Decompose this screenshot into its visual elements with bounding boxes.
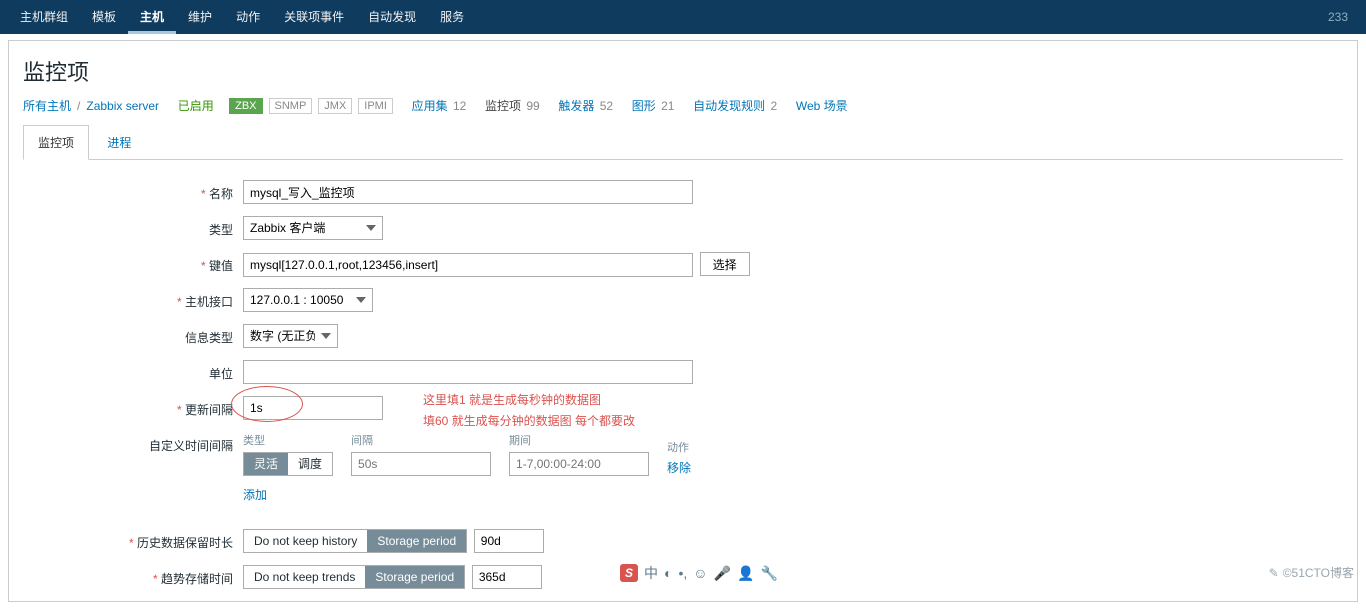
annotation-circle bbox=[231, 386, 303, 422]
nav-correlation[interactable]: 关联项事件 bbox=[272, 0, 356, 34]
top-nav: 主机群组 模板 主机 维护 动作 关联项事件 自动发现 服务 233 bbox=[0, 0, 1366, 34]
seg-trends-none[interactable]: Do not keep trends bbox=[244, 566, 365, 588]
breadcrumb: 所有主机 / Zabbix server 已启用 ZBX SNMP JMX IP… bbox=[23, 97, 1343, 114]
nav-services[interactable]: 服务 bbox=[428, 0, 476, 34]
ime-zh-icon[interactable]: 中 bbox=[644, 563, 658, 583]
ime-punct-icon[interactable]: •, bbox=[678, 565, 687, 581]
input-unit[interactable] bbox=[243, 360, 693, 384]
seg-scheduling[interactable]: 调度 bbox=[288, 453, 332, 475]
tab-item[interactable]: 监控项 bbox=[23, 125, 89, 160]
status-enabled: 已启用 bbox=[178, 97, 214, 114]
seg-flexible[interactable]: 灵活 bbox=[244, 453, 288, 475]
page-title: 监控项 bbox=[23, 55, 1343, 87]
nav-discovery[interactable]: 自动发现 bbox=[356, 0, 428, 34]
metric-graphs[interactable]: 图形 21 bbox=[632, 97, 675, 114]
input-history-period[interactable] bbox=[474, 529, 544, 553]
top-right-count: 233 bbox=[1328, 10, 1348, 24]
link-add-interval[interactable]: 添加 bbox=[243, 488, 267, 502]
ime-toolbar: S 中 ◐ •, ☺ 🎤 👤 🔧 bbox=[620, 563, 778, 583]
tag-zbx: ZBX bbox=[229, 98, 262, 114]
crumb-sep: / bbox=[77, 99, 80, 113]
label-custom-intervals: 自定义时间间隔 bbox=[23, 428, 243, 507]
label-key: 键值 bbox=[23, 248, 243, 284]
label-history: 历史数据保留时长 bbox=[23, 525, 243, 561]
label-type: 类型 bbox=[23, 212, 243, 248]
label-update-interval: 更新间隔 bbox=[23, 392, 243, 428]
nav-templates[interactable]: 模板 bbox=[80, 0, 128, 34]
tab-process[interactable]: 进程 bbox=[92, 125, 146, 160]
input-key[interactable] bbox=[243, 253, 693, 277]
seg-trends-storage[interactable]: Storage period bbox=[365, 566, 464, 588]
metric-items[interactable]: 监控项 99 bbox=[485, 97, 540, 114]
col-header-type: 类型 bbox=[243, 432, 333, 448]
item-form: 名称 类型 Zabbix 客户端 键值 选择 主机接口 127.0.0.1 : … bbox=[23, 176, 750, 597]
crumb-all-hosts[interactable]: 所有主机 bbox=[23, 97, 71, 114]
ime-logo-icon[interactable]: S bbox=[620, 564, 638, 582]
crumb-host[interactable]: Zabbix server bbox=[86, 99, 159, 113]
label-info-type: 信息类型 bbox=[23, 320, 243, 356]
select-interface[interactable]: 127.0.0.1 : 10050 bbox=[243, 288, 373, 312]
metric-appset[interactable]: 应用集 12 bbox=[412, 97, 467, 114]
ime-user-icon[interactable]: 👤 bbox=[737, 565, 754, 582]
input-custom-interval[interactable] bbox=[351, 452, 491, 476]
segmented-flex-sched[interactable]: 灵活 调度 bbox=[243, 452, 333, 476]
input-trends-period[interactable] bbox=[472, 565, 542, 589]
annotation-text: 这里填1 就是生成每秒钟的数据图填60 就生成每分钟的数据图 每个都要改 bbox=[423, 390, 635, 432]
ime-tool-icon[interactable]: 🔧 bbox=[760, 565, 777, 582]
col-header-action: 动作 bbox=[667, 439, 691, 455]
select-type[interactable]: Zabbix 客户端 bbox=[243, 216, 383, 240]
input-custom-period[interactable] bbox=[509, 452, 649, 476]
metric-web[interactable]: Web 场景 bbox=[796, 97, 848, 114]
col-header-interval: 间隔 bbox=[351, 432, 491, 448]
tabs: 监控项 进程 bbox=[23, 124, 1343, 160]
seg-history-none[interactable]: Do not keep history bbox=[244, 530, 367, 552]
input-name[interactable] bbox=[243, 180, 693, 204]
ime-mic-icon[interactable]: 🎤 bbox=[714, 565, 731, 582]
select-info-type[interactable]: 数字 (无正负) bbox=[243, 324, 338, 348]
metric-triggers[interactable]: 触发器 52 bbox=[558, 97, 613, 114]
nav-hostgroups[interactable]: 主机群组 bbox=[8, 0, 80, 34]
label-unit: 单位 bbox=[23, 356, 243, 392]
seg-history-storage[interactable]: Storage period bbox=[367, 530, 466, 552]
nav-hosts[interactable]: 主机 bbox=[128, 0, 176, 34]
nav-maintenance[interactable]: 维护 bbox=[176, 0, 224, 34]
label-trends: 趋势存储时间 bbox=[23, 561, 243, 597]
segmented-trends[interactable]: Do not keep trends Storage period bbox=[243, 565, 465, 589]
label-interface: 主机接口 bbox=[23, 284, 243, 320]
segmented-history[interactable]: Do not keep history Storage period bbox=[243, 529, 467, 553]
metric-discovery[interactable]: 自动发现规则 2 bbox=[693, 97, 777, 114]
col-header-period: 期间 bbox=[509, 432, 649, 448]
watermark: ✎ ©51CTO博客 bbox=[1269, 564, 1354, 581]
nav-actions[interactable]: 动作 bbox=[224, 0, 272, 34]
tag-snmp: SNMP bbox=[269, 98, 313, 114]
watermark-icon: ✎ bbox=[1269, 566, 1279, 580]
label-name: 名称 bbox=[23, 176, 243, 212]
tag-ipmi: IPMI bbox=[358, 98, 393, 114]
ime-face-icon[interactable]: ☺ bbox=[693, 565, 707, 581]
button-key-select[interactable]: 选择 bbox=[700, 252, 750, 276]
tag-jmx: JMX bbox=[318, 98, 352, 114]
link-remove-interval[interactable]: 移除 bbox=[667, 461, 691, 475]
ime-moon-icon[interactable]: ◐ bbox=[664, 565, 672, 581]
